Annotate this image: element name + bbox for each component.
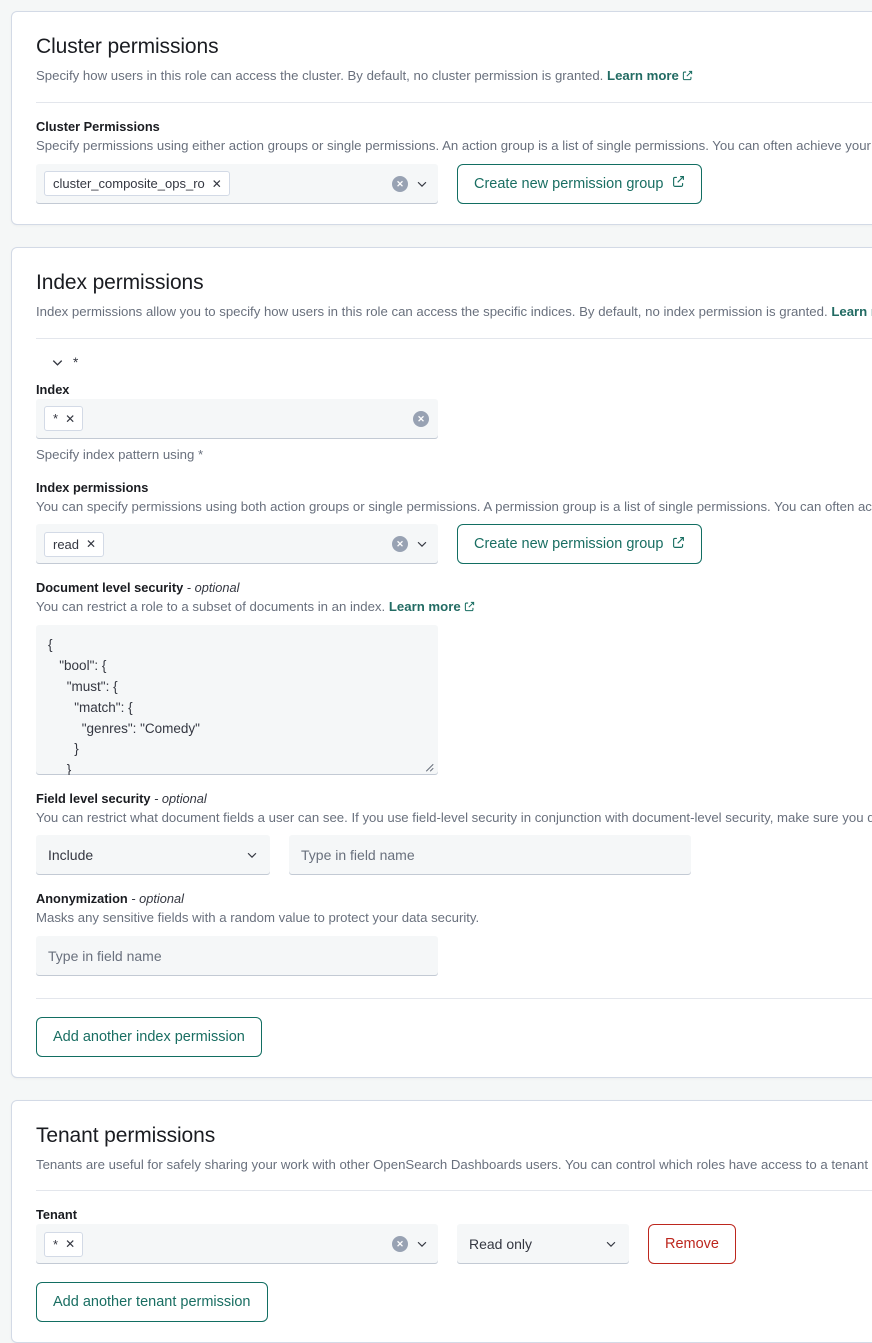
index-field-help: Specify index pattern using * <box>36 446 204 462</box>
add-another-tenant-permission-button[interactable]: Add another tenant permission <box>36 1282 268 1323</box>
index-pattern-combobox[interactable]: * ✕ ✕ <box>36 398 438 439</box>
close-icon[interactable]: ✕ <box>86 538 96 550</box>
anonymization-help: Masks any sensitive fields with a random… <box>36 910 480 926</box>
cluster-permissions-combobox[interactable]: cluster_composite_ops_ro ✕ ✕ <box>36 163 438 204</box>
document-level-security-label-text: Document level security <box>36 580 184 596</box>
anonymization-label: Anonymization - optional <box>36 891 872 906</box>
document-level-security-label: Document level security - optional <box>36 580 872 595</box>
external-link-icon <box>464 598 475 617</box>
index-pattern-pill-label: * <box>53 411 59 427</box>
field-level-security-label: Field level security - optional <box>36 791 872 806</box>
chevron-down-icon[interactable] <box>415 1237 429 1251</box>
cluster-permissions-learn-more-link[interactable]: Learn more <box>607 68 679 83</box>
add-another-index-permission-button[interactable]: Add another index permission <box>36 1016 262 1057</box>
clear-icon[interactable]: ✕ <box>413 410 429 427</box>
resize-grip-icon[interactable] <box>421 759 435 773</box>
cluster-permissions-description: Specify how users in this role can acces… <box>36 66 872 86</box>
chevron-down-icon <box>245 848 259 862</box>
combobox-actions: ✕ <box>392 1236 429 1253</box>
cluster-permissions-row: cluster_composite_ops_ro ✕ ✕ Create new … <box>36 163 872 204</box>
combobox-actions: ✕ <box>392 175 429 192</box>
index-permissions-combobox[interactable]: read ✕ ✕ <box>36 524 438 565</box>
optional-tag: - optional <box>186 580 240 596</box>
chevron-down-icon <box>604 1237 618 1251</box>
permission-pill[interactable]: cluster_composite_ops_ro ✕ <box>44 171 230 197</box>
divider <box>36 102 872 104</box>
document-level-security-textarea[interactable]: { "bool": { "must": { "match": { "genres… <box>36 625 438 776</box>
tenant-pill-label: * <box>53 1236 59 1252</box>
index-permissions-description: Index permissions allow you to specify h… <box>36 302 872 322</box>
chevron-down-icon[interactable] <box>50 355 64 369</box>
document-level-security-learn-more-link[interactable]: Learn more <box>389 599 461 614</box>
cluster-permissions-title: Cluster permissions <box>36 35 219 58</box>
index-permission-accordion-label: * <box>73 354 79 370</box>
clear-icon[interactable]: ✕ <box>392 1236 408 1253</box>
index-field-label: Index <box>36 381 70 397</box>
tenant-permissions-description: Tenants are useful for safely sharing yo… <box>36 1156 872 1172</box>
remove-tenant-permission-label: Remove <box>665 1236 719 1253</box>
index-pattern-pill[interactable]: * ✕ <box>44 406 84 432</box>
anonymization-label-text: Anonymization <box>36 891 128 907</box>
close-icon[interactable]: ✕ <box>65 413 75 425</box>
document-level-security-help: You can restrict a role to a subset of d… <box>36 597 872 617</box>
index-permissions-field-label: Index permissions <box>36 480 149 496</box>
divider <box>36 1190 872 1192</box>
add-another-index-permission-label: Add another index permission <box>53 1028 245 1045</box>
index-permissions-description-text: Index permissions allow you to specify h… <box>36 303 828 319</box>
index-permissions-title: Index permissions <box>36 270 204 294</box>
remove-tenant-permission-button[interactable]: Remove <box>648 1224 736 1265</box>
tenant-permissions-row: * ✕ ✕ Read only Remove <box>36 1224 872 1265</box>
chevron-down-icon[interactable] <box>415 177 429 191</box>
tenant-combobox[interactable]: * ✕ ✕ <box>36 1224 438 1265</box>
tenant-permissions-title: Tenant permissions <box>36 1123 216 1147</box>
tenant-field-label: Tenant <box>36 1207 77 1223</box>
create-new-permission-group-button[interactable]: Create new permission group <box>457 524 703 565</box>
combobox-actions: ✕ <box>413 410 429 427</box>
combobox-actions: ✕ <box>392 536 429 553</box>
tenant-access-mode-value: Read only <box>469 1236 533 1253</box>
field-level-security-help: You can restrict what document fields a … <box>36 810 872 826</box>
index-permissions-row: read ✕ ✕ Create new permission group <box>36 524 872 565</box>
index-permission-accordion-header[interactable]: * <box>50 355 872 370</box>
close-icon[interactable]: ✕ <box>65 1238 75 1250</box>
cluster-permissions-field-help: Specify permissions using either action … <box>36 138 872 154</box>
role-permissions-page: Cluster permissions Specify how users in… <box>0 0 872 1343</box>
index-permissions-learn-more-link[interactable]: Learn more <box>831 304 872 319</box>
field-level-security-label-text: Field level security <box>36 791 151 807</box>
clear-icon[interactable]: ✕ <box>392 175 408 192</box>
tenant-access-mode-select[interactable]: Read only <box>457 1224 629 1265</box>
external-link-icon <box>672 175 685 192</box>
create-new-permission-group-button[interactable]: Create new permission group <box>457 163 703 204</box>
anonymization-field-input[interactable] <box>36 935 438 976</box>
permission-pill-label: read <box>53 536 80 552</box>
field-level-security-row: Include <box>36 835 872 876</box>
cluster-permissions-panel: Cluster permissions Specify how users in… <box>11 11 872 225</box>
optional-tag: - optional <box>154 791 207 807</box>
field-level-security-mode-select[interactable]: Include <box>36 835 270 876</box>
external-link-icon <box>672 536 685 553</box>
cluster-permissions-field-label: Cluster Permissions <box>36 119 160 135</box>
document-level-security-help-text: You can restrict a role to a subset of d… <box>36 599 386 615</box>
optional-tag: - optional <box>131 891 184 907</box>
clear-icon[interactable]: ✕ <box>392 536 408 553</box>
create-new-permission-group-label: Create new permission group <box>474 536 664 553</box>
divider <box>36 997 872 999</box>
index-permissions-field-help: You can specify permissions using both a… <box>36 499 872 515</box>
external-link-icon <box>682 67 693 86</box>
cluster-permissions-description-text: Specify how users in this role can acces… <box>36 68 604 84</box>
close-icon[interactable]: ✕ <box>212 178 222 190</box>
divider <box>36 337 872 339</box>
field-level-security-field-input[interactable] <box>289 835 691 876</box>
tenant-permissions-panel: Tenant permissions Tenants are useful fo… <box>11 1099 872 1343</box>
create-new-permission-group-label: Create new permission group <box>474 175 664 192</box>
permission-pill-label: cluster_composite_ops_ro <box>53 176 205 192</box>
add-another-tenant-permission-label: Add another tenant permission <box>53 1294 251 1311</box>
document-level-security-value: { "bool": { "must": { "match": { "genres… <box>48 637 200 776</box>
permission-pill[interactable]: read ✕ <box>44 531 105 557</box>
chevron-down-icon[interactable] <box>415 537 429 551</box>
tenant-pill[interactable]: * ✕ <box>44 1231 84 1257</box>
index-permissions-panel: Index permissions Index permissions allo… <box>11 246 872 1078</box>
field-level-security-mode-value: Include <box>48 847 94 864</box>
